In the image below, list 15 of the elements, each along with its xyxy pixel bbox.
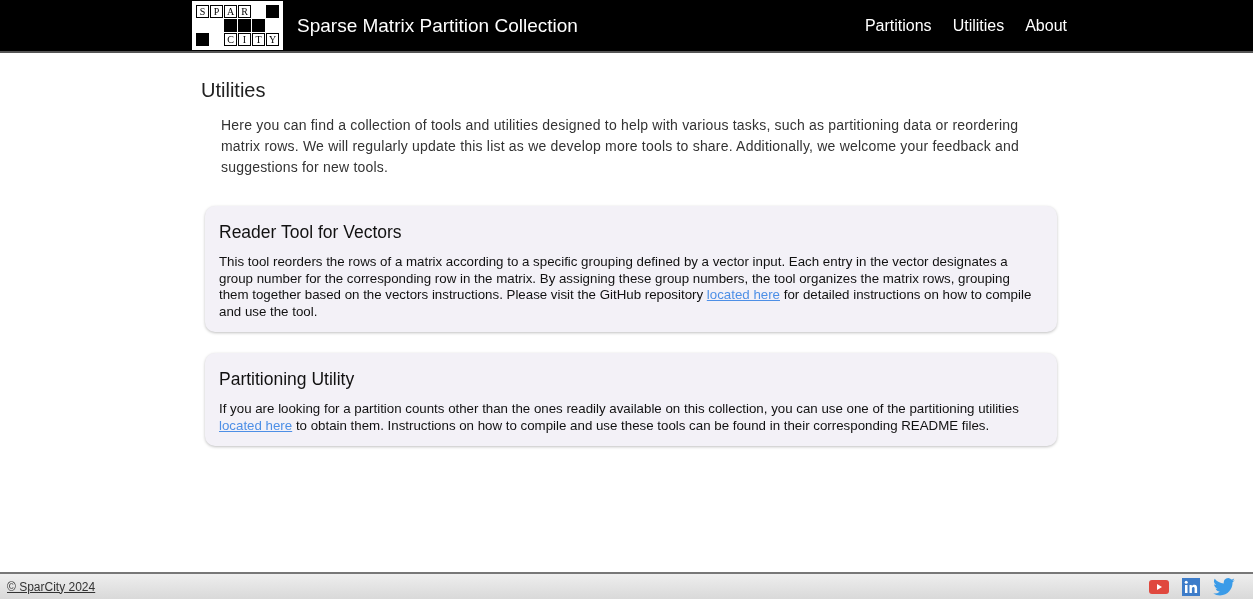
intro-paragraph: Here you can find a collection of tools and utilities designed to help with various tasks, such as partitioning data or reordering matrix rows. We will regularly update this list as we develop more tools to share. Additionally, we welcome your feedback and suggestions for new tools. [221, 116, 1020, 177]
site-title: Sparse Matrix Partition Collection [297, 14, 578, 37]
card-title: Reader Tool for Vectors [219, 222, 403, 243]
nav-link[interactable]: Partitions [864, 16, 932, 35]
card-description: This tool reorders the rows of a matrix according to a specific grouping defined by a vector input. Each entry in the vector designates a group number for the corresponding row in the matrix. By assigning these group numbers, the tool organizes the matrix rows, grouping them together based on the vectors instructions. Please visit the GitHub repository located here for detailed instructions on how to compile and use the tool. [219, 254, 1033, 320]
nav-link[interactable]: Utilities [952, 16, 1005, 35]
copyright-link[interactable]: © SparCity 2024 [7, 579, 96, 594]
youtube-icon[interactable] [1149, 579, 1169, 594]
card-description: If you are looking for a partition counts other than the ones readily available on this collection, you can use one of the partitioning utilities located here to obtain them. Instructions on how to compile and use these tools can be found in their corresponding README files. [219, 401, 1020, 434]
logo[interactable]: S P A R C I T Y [192, 1, 283, 50]
nav-link[interactable]: About [1025, 16, 1067, 35]
twitter-icon[interactable] [1213, 577, 1235, 596]
page-heading: Utilities [201, 79, 267, 102]
linkedin-icon[interactable] [1182, 577, 1200, 596]
card-title: Partitioning Utility [219, 369, 356, 390]
